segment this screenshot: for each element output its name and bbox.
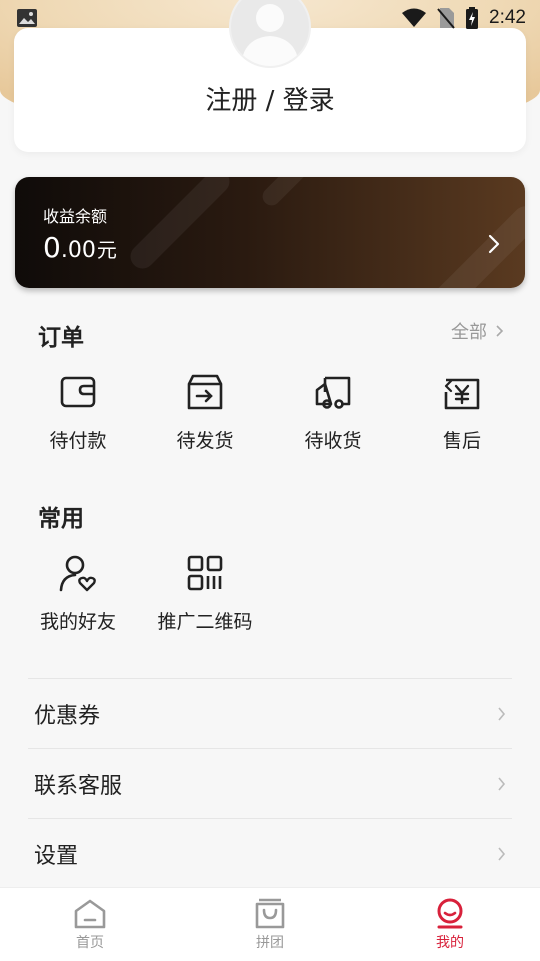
common-section-title: 常用 (38, 506, 84, 532)
order-item-label: 待收货 (304, 430, 362, 452)
balance-integer: 0 (43, 231, 61, 264)
order-pending-receipt[interactable]: 待收货 (273, 372, 393, 453)
menu-item-label: 联系客服 (34, 773, 123, 799)
chevron-right-icon[interactable] (487, 233, 501, 255)
order-pending-shipment[interactable]: 待发货 (145, 372, 265, 453)
my-friends[interactable]: 我的好友 (18, 553, 138, 634)
friend-heart-icon (59, 555, 96, 592)
chevron-right-icon (498, 776, 506, 791)
wifi-icon (402, 8, 427, 27)
box-ship-icon (187, 374, 223, 410)
menu-settings[interactable]: 设置 (28, 818, 512, 888)
orders-all-link[interactable]: 全部 (451, 318, 504, 344)
tab-label: 拼团 (256, 935, 284, 951)
chevron-right-icon (498, 846, 506, 861)
card-decoration (258, 177, 322, 210)
order-item-label: 待发货 (176, 430, 234, 452)
tab-label: 我的 (436, 935, 464, 951)
battery-charging-icon (466, 7, 479, 29)
promo-qr-code[interactable]: 推广二维码 (145, 553, 265, 634)
balance-unit: 元 (96, 238, 117, 262)
settings-menu-list: 优惠券 联系客服 设置 (28, 678, 512, 888)
status-time: 2:42 (489, 7, 526, 28)
orders-section-title: 订单 (38, 325, 84, 351)
menu-coupons[interactable]: 优惠券 (28, 678, 512, 748)
image-notification-icon (17, 9, 37, 27)
common-item-label: 我的好友 (39, 611, 116, 633)
wallet-icon (60, 376, 96, 408)
tab-group-buy[interactable]: 拼团 (180, 888, 360, 961)
home-icon (74, 899, 106, 929)
balance-card[interactable]: 收益余额 0 .00 元 (15, 177, 525, 288)
menu-item-label: 优惠券 (34, 703, 101, 729)
card-decoration (125, 177, 235, 274)
menu-item-label: 设置 (34, 843, 79, 869)
common-item-label: 推广二维码 (157, 611, 253, 633)
order-item-label: 售后 (442, 430, 481, 452)
tab-label: 首页 (76, 935, 104, 951)
chevron-right-icon (498, 706, 506, 721)
tab-home[interactable]: 首页 (0, 888, 180, 961)
orders-all-label: 全部 (451, 322, 487, 343)
qr-code-icon (187, 555, 223, 591)
bottom-tab-bar: 首页 拼团 我的 (0, 887, 540, 961)
no-sim-icon (437, 8, 455, 29)
chevron-right-icon (496, 325, 504, 337)
order-item-label: 待付款 (49, 430, 107, 452)
balance-decimal: .00 (60, 238, 96, 263)
bag-icon (255, 898, 285, 929)
order-pending-payment[interactable]: 待付款 (18, 372, 138, 453)
menu-customer-service[interactable]: 联系客服 (28, 748, 512, 818)
refund-yen-icon (444, 378, 480, 410)
status-bar: 2:42 (0, 0, 540, 36)
profile-icon (437, 898, 463, 929)
login-register-link[interactable]: 注册 / 登录 (14, 80, 526, 117)
tab-mine[interactable]: 我的 (360, 888, 540, 961)
order-after-sales[interactable]: 售后 (402, 372, 522, 453)
truck-icon (315, 376, 351, 409)
balance-amount: 0 .00 元 (43, 231, 117, 264)
balance-label: 收益余额 (43, 207, 108, 226)
card-decoration (426, 201, 525, 288)
